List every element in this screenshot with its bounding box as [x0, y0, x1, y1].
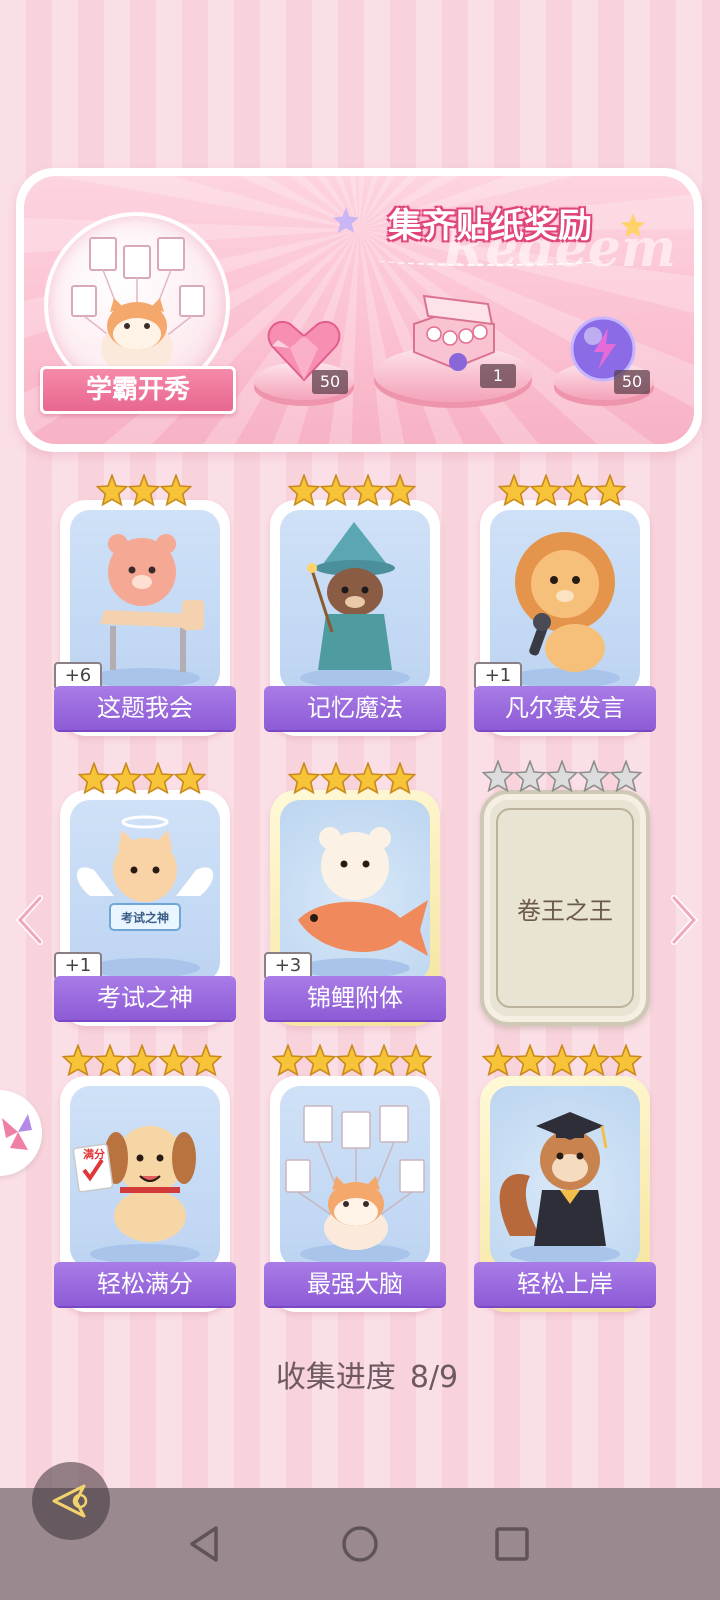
sticker-name: 考试之神: [54, 976, 236, 1020]
star-rating: [288, 762, 416, 802]
star-rating: [62, 1044, 222, 1084]
sticker-card-locked[interactable]: 卷王之王: [480, 790, 650, 1026]
progress-value: 8/9: [409, 1360, 459, 1395]
star-icon: [126, 1044, 158, 1076]
star-icon: [174, 762, 206, 794]
squirrel-graduate-icon: [499, 1112, 620, 1264]
puppy-full-score-icon: [72, 1126, 200, 1264]
star-icon: [546, 760, 578, 792]
recent-apps-square-icon[interactable]: [484, 1516, 540, 1572]
star-rating: [482, 760, 642, 800]
reward-qty: 50: [614, 370, 650, 394]
star-icon: [62, 1044, 94, 1076]
star-icon: [530, 474, 562, 506]
star-icon: [400, 1044, 432, 1076]
pinwheel-icon: [2, 1114, 32, 1150]
star-icon: [336, 1044, 368, 1076]
star-icon: [288, 474, 320, 506]
star-icon: [482, 760, 514, 792]
star-icon: [288, 762, 320, 794]
sticker-card[interactable]: +6 这题我会: [54, 500, 236, 736]
star-icon: [110, 762, 142, 794]
star-icon: [160, 474, 192, 506]
star-icon: [94, 1044, 126, 1076]
star-icon: [368, 1044, 400, 1076]
assistive-touch-button[interactable]: [32, 1462, 110, 1540]
sticker-name: 轻松满分: [54, 1262, 236, 1306]
star-icon: [514, 1044, 546, 1076]
exam-god-sign: 考试之神: [120, 911, 169, 925]
star-icon: [304, 1044, 336, 1076]
star-icon: [384, 474, 416, 506]
sticker-name: 锦鲤附体: [264, 976, 446, 1020]
star-icon: [190, 1044, 222, 1076]
star-icon: [610, 1044, 642, 1076]
star-rating: [272, 1044, 432, 1084]
star-icon: [320, 474, 352, 506]
star-icon: [610, 760, 642, 792]
reward-qty: 1: [480, 364, 516, 388]
star-rating: [482, 1044, 642, 1084]
collection-progress: 收集进度 8/9: [0, 1352, 720, 1396]
star-rating: [96, 474, 192, 514]
star-rating: [288, 474, 416, 514]
chevron-left-icon[interactable]: [10, 890, 50, 950]
star-icon: [320, 762, 352, 794]
sticker-name: 卷王之王: [496, 808, 634, 1008]
star-icon: [578, 760, 610, 792]
side-floating-widget[interactable]: [0, 1090, 42, 1176]
star-icon: [514, 760, 546, 792]
full-score-sign: 满分: [83, 1148, 105, 1161]
sticker-name: 记忆魔法: [264, 686, 446, 730]
sparkle-star-icon: [333, 207, 359, 233]
star-icon: [96, 474, 128, 506]
back-triangle-icon[interactable]: [178, 1516, 234, 1572]
star-icon: [384, 762, 416, 794]
sticker-card[interactable]: 轻松上岸: [474, 1076, 656, 1312]
star-icon: [594, 474, 626, 506]
star-icon: [158, 1044, 190, 1076]
star-icon: [482, 1044, 514, 1076]
reward-qty: 50: [312, 370, 348, 394]
sticker-name: 最强大脑: [264, 1262, 446, 1306]
progress-label: 收集进度: [275, 1360, 396, 1395]
sticker-name: 轻松上岸: [474, 1262, 656, 1306]
sticker-name: 凡尔赛发言: [474, 686, 656, 730]
sticker-set-badge: 学霸开秀: [40, 366, 236, 414]
otter-wizard-icon: [300, 522, 410, 688]
star-icon: [142, 762, 174, 794]
sticker-card[interactable]: 考试之神 +1 考试之神: [54, 790, 236, 1026]
sticker-card[interactable]: +3 锦鲤附体: [264, 790, 446, 1026]
cat-with-papers-icon: [285, 1105, 425, 1264]
star-icon: [78, 762, 110, 794]
sticker-card[interactable]: 满分 轻松满分: [54, 1076, 236, 1312]
back-arrow-icon: [52, 1484, 88, 1518]
star-icon: [578, 1044, 610, 1076]
sticker-card[interactable]: 记忆魔法: [264, 500, 446, 736]
sticker-name: 这题我会: [54, 686, 236, 730]
chevron-right-icon[interactable]: [664, 890, 704, 950]
star-rating: [78, 762, 206, 802]
star-icon: [128, 474, 160, 506]
sticker-card[interactable]: 最强大脑: [264, 1076, 446, 1312]
star-icon: [352, 474, 384, 506]
gift-box-icon[interactable]: [404, 290, 500, 374]
star-rating: [498, 474, 626, 514]
star-icon: [498, 474, 530, 506]
home-circle-icon[interactable]: [332, 1516, 388, 1572]
sticker-card[interactable]: +1 凡尔赛发言: [474, 500, 656, 736]
star-icon: [546, 1044, 578, 1076]
banner-title: 集齐贴纸奖励: [388, 206, 592, 246]
star-icon: [272, 1044, 304, 1076]
star-icon: [562, 474, 594, 506]
star-icon: [352, 762, 384, 794]
sparkle-star-icon: [621, 213, 645, 237]
